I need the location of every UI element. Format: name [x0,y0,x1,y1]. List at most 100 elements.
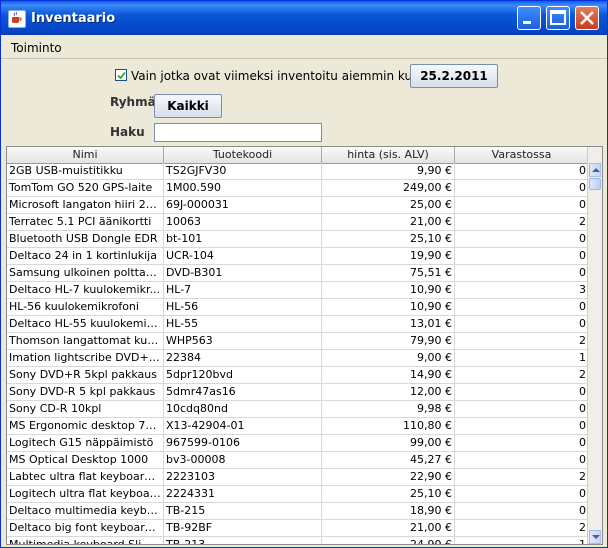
cell-stock[interactable]: 0 [455,384,589,400]
cell-code[interactable]: 5dmr47as16 [164,384,322,400]
table-row[interactable]: Bluetooth USB Dongle EDR bt-101 25,10 €0 [7,231,589,248]
column-header-stock[interactable]: Varastossa [455,147,589,163]
cell-price[interactable]: 10,90 € [322,299,455,315]
cell-code[interactable]: 1M00.590 [164,180,322,196]
cell-name[interactable]: TomTom GO 520 GPS-laite [7,180,164,196]
cell-stock[interactable]: 0 [455,418,589,434]
cell-stock[interactable]: 1 [455,350,589,366]
table-row[interactable]: Sony DVD+R 5kpl pakkaus 5dpr120bvd 14,90 €… [7,367,589,384]
table-row[interactable]: Sony DVD-R 5 kpl pakkaus 5dmr47as16 12,00 … [7,384,589,401]
cell-code[interactable]: 5dpr120bvd [164,367,322,383]
scroll-up-button[interactable] [589,163,601,177]
cell-stock[interactable]: 0 [455,265,589,281]
cell-stock[interactable]: 0 [455,316,589,332]
cell-price[interactable]: 13,01 € [322,316,455,332]
inventory-date-checkbox-label[interactable]: Vain jotka ovat viimeksi inventoitu aiem… [131,69,423,83]
cell-name[interactable]: Logitech G15 näppäimistö [7,435,164,451]
cell-stock[interactable]: 0 [455,197,589,213]
cell-name[interactable]: Bluetooth USB Dongle EDR [7,231,164,247]
cell-name[interactable]: Deltaco HL-7 kuulokemikr... [7,282,164,298]
cell-price[interactable]: 14,90 € [322,367,455,383]
cell-price[interactable]: 45,27 € [322,452,455,468]
table-row[interactable]: TomTom GO 520 GPS-laite 1M00.590 249,00 €0 [7,180,589,197]
cell-code[interactable]: TS2GJFV30 [164,163,322,179]
cell-stock[interactable]: 0 [455,401,589,417]
cell-name[interactable]: Deltaco multimedia keybo... [7,503,164,519]
cell-name[interactable]: Terratec 5.1 PCI äänikortti [7,214,164,230]
cell-stock[interactable]: 2 [455,367,589,383]
cell-name[interactable]: Labtec ultra flat keyboard ... [7,469,164,485]
cell-stock[interactable]: 2 [455,469,589,485]
table-row[interactable]: Terratec 5.1 PCI äänikortti 10063 21,00 €2 [7,214,589,231]
table-row[interactable]: Sony CD-R 10kpl 10cdq80nd 9,98 €0 [7,401,589,418]
table-row[interactable]: Samsung ulkoinen polttav... DVD-B301 75,51… [7,265,589,282]
cell-name[interactable]: Samsung ulkoinen polttav... [7,265,164,281]
table-row[interactable]: MS Ergonomic desktop 70... X13-42904-01 11… [7,418,589,435]
cell-stock[interactable]: 0 [455,435,589,451]
cell-code[interactable]: bv3-00008 [164,452,322,468]
cell-code[interactable]: UCR-104 [164,248,322,264]
cell-name[interactable]: 2GB USB-muistitikku [7,163,164,179]
table-row[interactable]: Deltaco big font keyboard ... TB-92BF 21,0… [7,520,589,537]
cell-code[interactable]: 22384 [164,350,322,366]
cell-price[interactable]: 12,00 € [322,384,455,400]
cell-price[interactable]: 22,90 € [322,469,455,485]
table-row[interactable]: Logitech ultra flat keyboard... 2224331 25… [7,486,589,503]
cell-name[interactable]: Deltaco HL-55 kuulokemik... [7,316,164,332]
cell-code[interactable]: TB-213 [164,537,322,544]
cell-code[interactable]: 69J-000031 [164,197,322,213]
cell-stock[interactable]: 0 [455,163,589,179]
date-button[interactable]: 25.2.2011 [410,64,498,88]
table-row[interactable]: Thomson langattomat kuu... WHP563 79,90 €2 [7,333,589,350]
table-row[interactable]: Deltaco 24 in 1 kortinlukija UCR-104 19,90… [7,248,589,265]
cell-code[interactable]: TB-215 [164,503,322,519]
cell-name[interactable]: Multimedia keyboard Slim ... [7,537,164,544]
cell-stock[interactable]: 1 [455,537,589,544]
cell-price[interactable]: 79,90 € [322,333,455,349]
cell-price[interactable]: 10,90 € [322,282,455,298]
cell-stock[interactable]: 0 [455,486,589,502]
cell-stock[interactable]: 0 [455,452,589,468]
table-row[interactable]: Deltaco multimedia keybo... TB-215 18,90 €… [7,503,589,520]
table-row[interactable]: MS Optical Desktop 1000 bv3-00008 45,27 €0 [7,452,589,469]
cell-price[interactable]: 110,80 € [322,418,455,434]
cell-name[interactable]: Microsoft langaton hiiri 20... [7,197,164,213]
cell-code[interactable]: DVD-B301 [164,265,322,281]
search-input[interactable] [154,123,322,142]
cell-price[interactable]: 25,10 € [322,231,455,247]
cell-code[interactable]: HL-56 [164,299,322,315]
cell-name[interactable]: MS Ergonomic desktop 70... [7,418,164,434]
table-row[interactable]: Multimedia keyboard Slim ... TB-213 24,90 … [7,537,589,544]
cell-price[interactable]: 9,90 € [322,163,455,179]
cell-code[interactable]: X13-42904-01 [164,418,322,434]
cell-code[interactable]: HL-55 [164,316,322,332]
cell-price[interactable]: 249,00 € [322,180,455,196]
cell-name[interactable]: MS Optical Desktop 1000 [7,452,164,468]
column-header-price[interactable]: hinta (sis. ALV) [322,147,455,163]
cell-stock[interactable]: 2 [455,520,589,536]
cell-stock[interactable]: 2 [455,333,589,349]
cell-name[interactable]: Thomson langattomat kuu... [7,333,164,349]
cell-name[interactable]: Sony DVD-R 5 kpl pakkaus [7,384,164,400]
cell-code[interactable]: 10063 [164,214,322,230]
close-button[interactable] [575,6,599,30]
cell-stock[interactable]: 2 [455,214,589,230]
table-row[interactable]: Labtec ultra flat keyboard ... 2223103 22,… [7,469,589,486]
table-row[interactable]: 2GB USB-muistitikku TS2GJFV30 9,90 €0 [7,163,589,180]
cell-code[interactable]: HL-7 [164,282,322,298]
cell-code[interactable]: 967599-0106 [164,435,322,451]
cell-name[interactable]: Sony DVD+R 5kpl pakkaus [7,367,164,383]
cell-price[interactable]: 25,10 € [322,486,455,502]
cell-price[interactable]: 24,90 € [322,537,455,544]
cell-price[interactable]: 75,51 € [322,265,455,281]
scroll-thumb[interactable] [589,178,601,190]
cell-code[interactable]: 2223103 [164,469,322,485]
cell-code[interactable]: TB-92BF [164,520,322,536]
cell-name[interactable]: Deltaco 24 in 1 kortinlukija [7,248,164,264]
title-bar[interactable]: Inventaario [1,1,607,35]
cell-price[interactable]: 9,00 € [322,350,455,366]
column-header-code[interactable]: Tuotekoodi [164,147,322,163]
table-row[interactable]: Deltaco HL-7 kuulokemikr... HL-7 10,90 €3 [7,282,589,299]
inventory-date-checkbox[interactable] [115,69,127,81]
cell-stock[interactable]: 0 [455,248,589,264]
